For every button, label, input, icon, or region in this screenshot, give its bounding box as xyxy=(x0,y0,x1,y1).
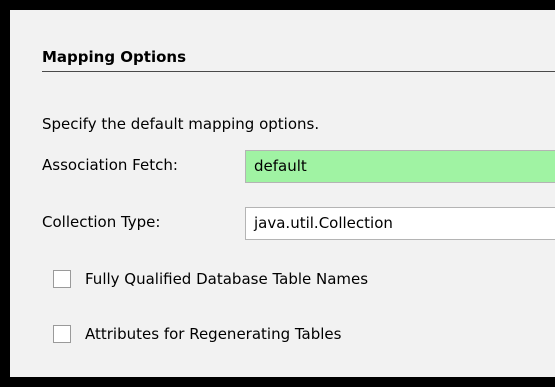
regenerating-tables-label: Attributes for Regenerating Tables xyxy=(85,325,342,343)
collection-type-field[interactable]: java.util.Collection xyxy=(245,207,555,240)
association-fetch-field[interactable]: default xyxy=(245,150,555,183)
collection-type-label: Collection Type: xyxy=(42,213,161,231)
section-title: Mapping Options xyxy=(42,48,187,66)
fully-qualified-table-names-option[interactable]: Fully Qualified Database Table Names xyxy=(53,267,368,291)
association-fetch-label: Association Fetch: xyxy=(42,156,178,174)
regenerating-tables-option[interactable]: Attributes for Regenerating Tables xyxy=(53,322,341,346)
mapping-options-panel: Mapping Options Specify the default mapp… xyxy=(0,0,555,387)
fully-qualified-table-names-label: Fully Qualified Database Table Names xyxy=(85,270,369,288)
section-divider xyxy=(42,71,555,72)
section-description: Specify the default mapping options. xyxy=(42,115,320,133)
fully-qualified-table-names-checkbox[interactable] xyxy=(53,270,71,288)
regenerating-tables-checkbox[interactable] xyxy=(53,325,71,343)
